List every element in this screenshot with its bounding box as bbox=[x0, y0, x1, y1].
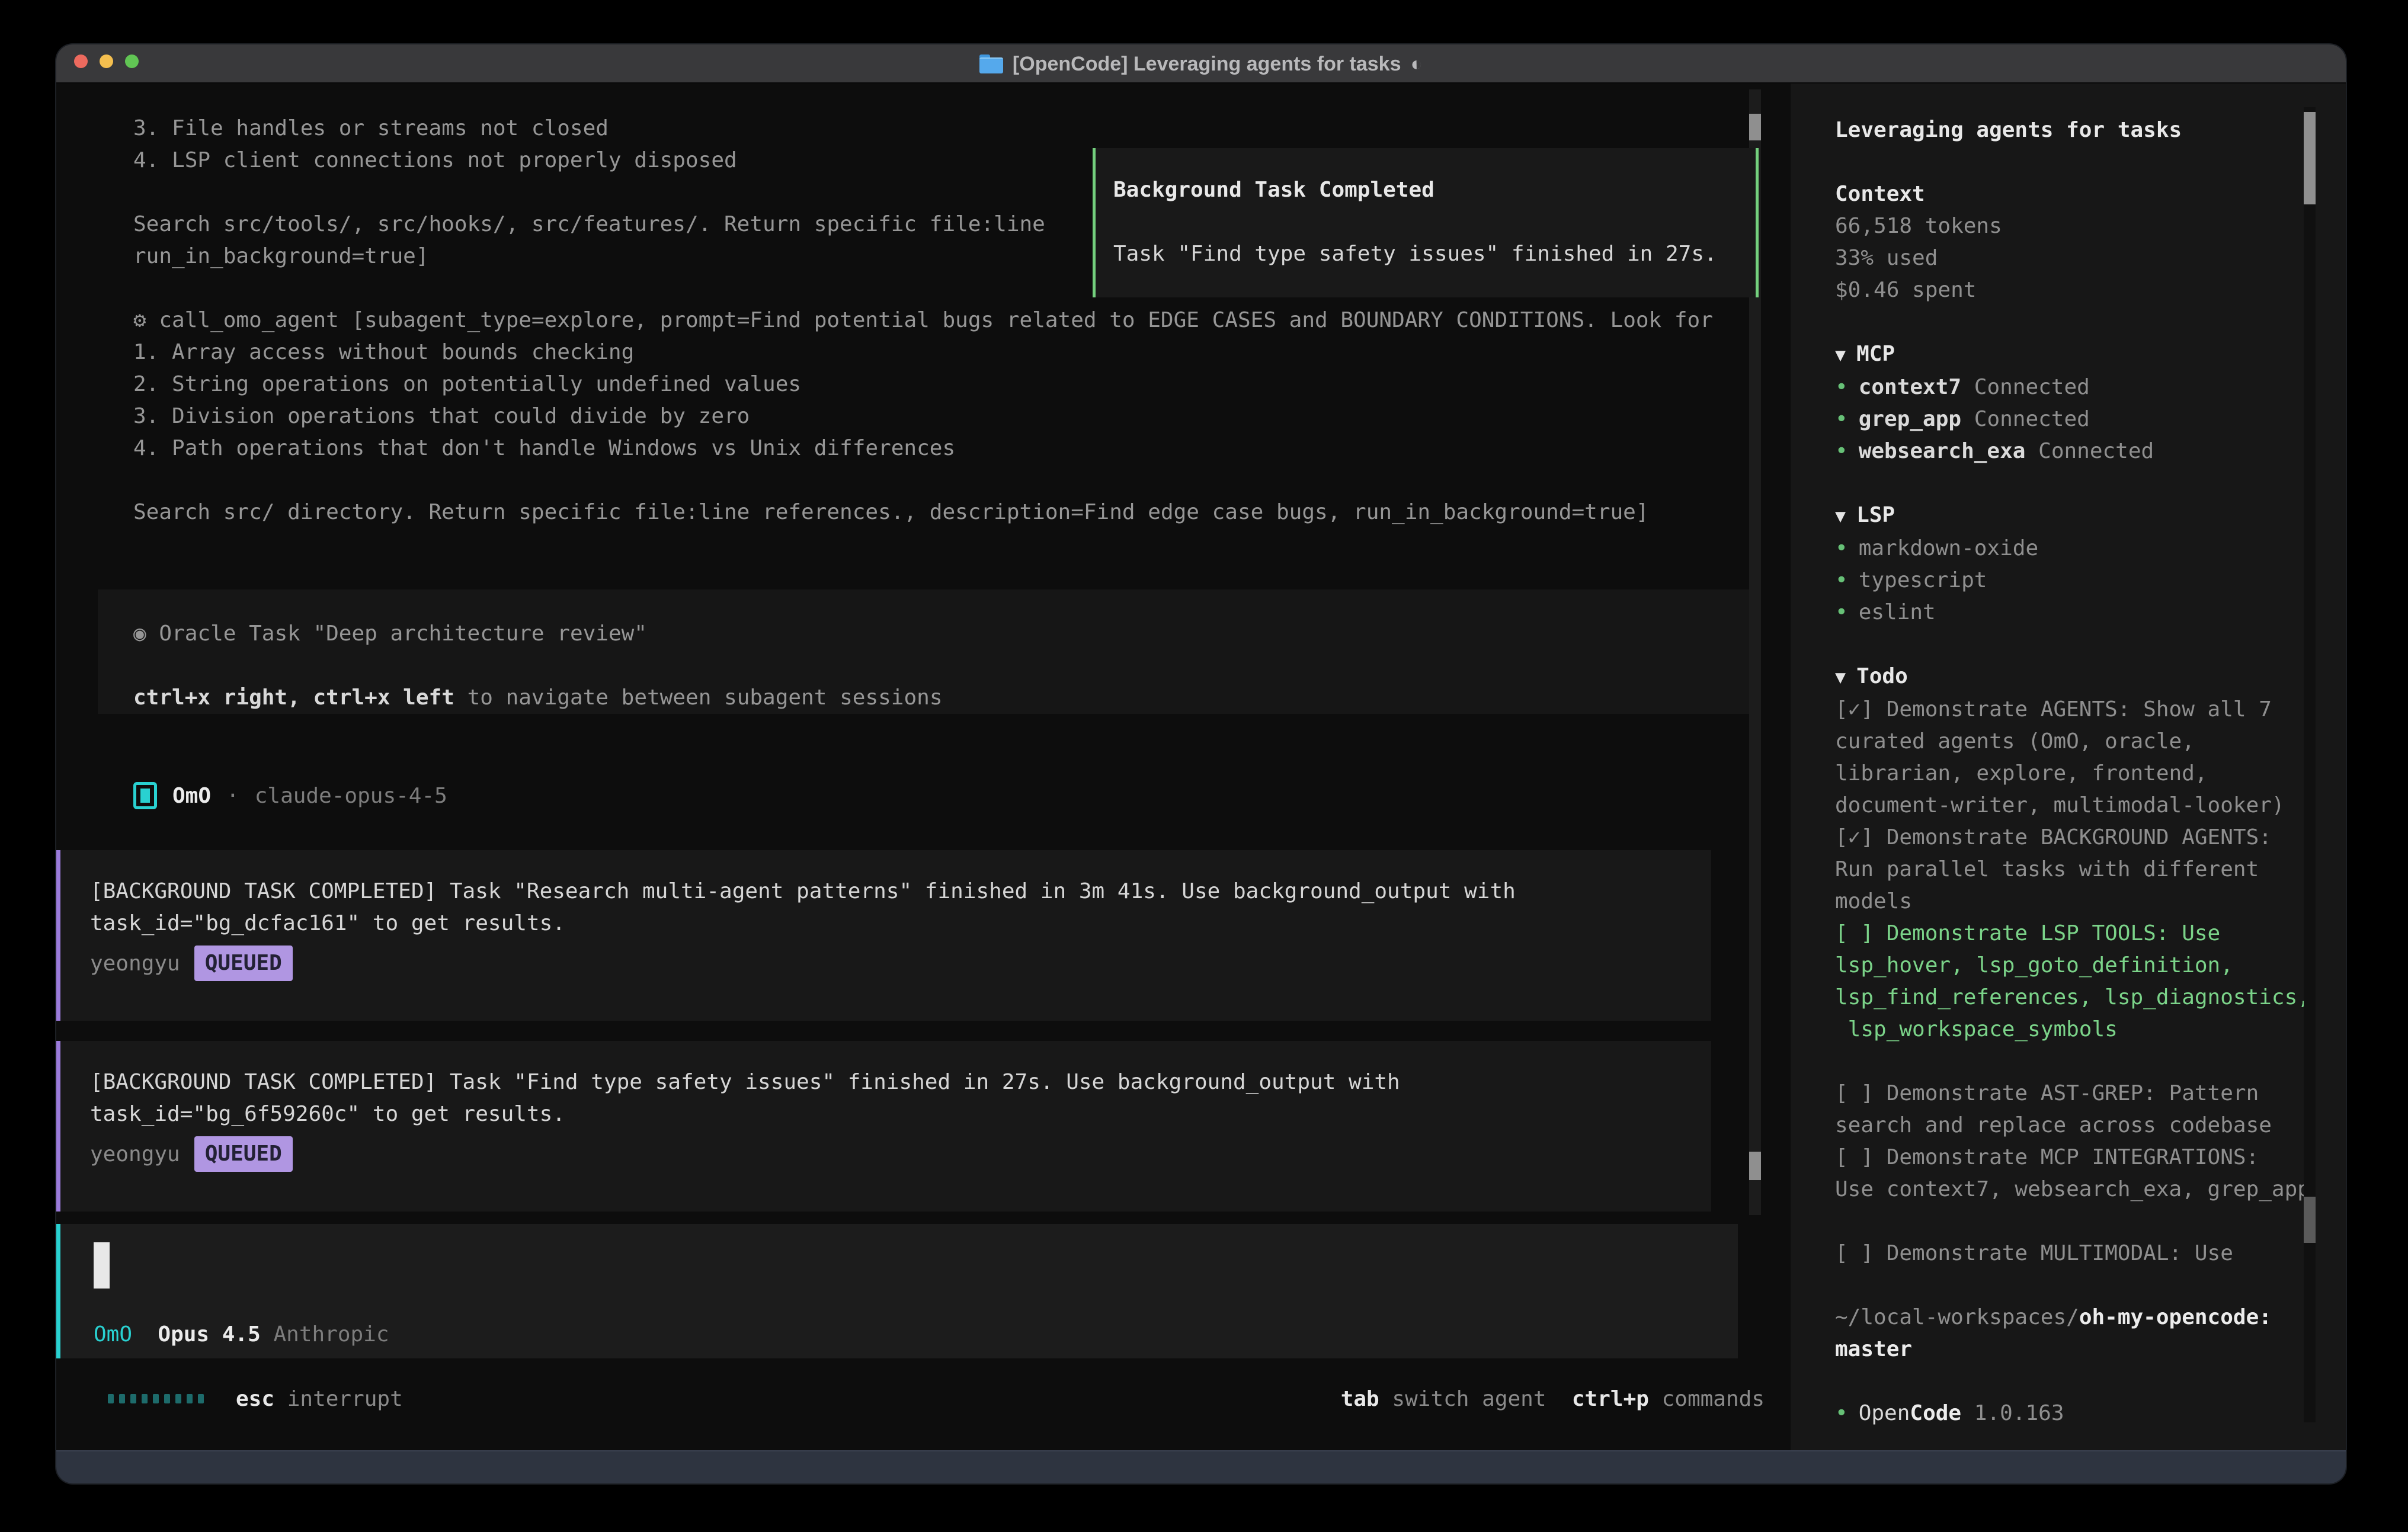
input-model-name: Opus 4.5 bbox=[158, 1319, 260, 1351]
prompt-input[interactable]: OmO Opus 4.5 Anthropic bbox=[56, 1224, 1738, 1358]
queued-badge: QUEUED bbox=[194, 946, 293, 981]
oracle-hint: ctrl+x right, ctrl+x left to navigate be… bbox=[133, 682, 1753, 714]
message-author: yeongyu bbox=[90, 951, 180, 976]
todo-item-line: lsp_find_references, lsp_diagnostics, bbox=[1835, 982, 2346, 1014]
status-dot-icon: • bbox=[1835, 536, 1848, 560]
scrollbar-thumb[interactable] bbox=[1749, 1152, 1761, 1180]
oracle-task-title: Oracle Task "Deep architecture review" bbox=[159, 621, 647, 646]
moon-icon: ◐ bbox=[1411, 53, 1423, 76]
gear-icon: ⚙ bbox=[133, 308, 146, 332]
todo-item-line: librarian, explore, frontend, bbox=[1835, 758, 2346, 790]
todo-item-line: lsp_hover, lsp_goto_definition, bbox=[1835, 950, 2346, 982]
separator-dot: · bbox=[226, 784, 239, 808]
terminal-window: [OpenCode] Leveraging agents for tasks ◐… bbox=[56, 44, 2346, 1483]
notification-title: Background Task Completed bbox=[1113, 174, 1756, 206]
chat-pane: Background Task Completed Task "Find typ… bbox=[56, 84, 1791, 1450]
chevron-down-icon: ▼ bbox=[1835, 506, 1846, 527]
mcp-item: •context7 Connected bbox=[1835, 371, 2346, 403]
todo-item-line: [✓] Demonstrate AGENTS: Show all 7 bbox=[1835, 694, 2346, 726]
message-author: yeongyu bbox=[90, 1142, 180, 1166]
tool-call-tail: Search src/ directory. Return specific f… bbox=[133, 496, 1791, 528]
output-line: 3. File handles or streams not closed bbox=[133, 113, 1791, 145]
todo-item-line: [ ] Demonstrate MULTIMODAL: Use bbox=[1835, 1238, 2346, 1270]
tool-call-item: 2. String operations on potentially unde… bbox=[133, 368, 1791, 400]
todo-section-header[interactable]: ▼Todo bbox=[1835, 661, 2346, 694]
status-dot-icon: • bbox=[1835, 600, 1848, 624]
tool-call-item: 1. Array access without bounds checking bbox=[133, 336, 1791, 368]
input-provider: Anthropic bbox=[273, 1319, 389, 1351]
scrollbar-thumb[interactable] bbox=[2304, 1197, 2316, 1243]
commands-hint: ctrl+p commands bbox=[1546, 1387, 1765, 1411]
todo-item-line: [✓] Demonstrate BACKGROUND AGENTS: bbox=[1835, 822, 2346, 854]
message-line: [BACKGROUND TASK COMPLETED] Task "Resear… bbox=[90, 876, 1711, 908]
lsp-item: •eslint bbox=[1835, 597, 2346, 629]
folder-icon bbox=[979, 55, 1003, 73]
status-bar: esc interrupt tab switch agent ctrl+p co… bbox=[56, 1383, 1791, 1415]
chevron-down-icon: ▼ bbox=[1835, 345, 1846, 366]
context-used: 33% used bbox=[1835, 242, 2346, 274]
background-task-message: [BACKGROUND TASK COMPLETED] Task "Resear… bbox=[56, 850, 1711, 1021]
message-line: task_id="bg_6f59260c" to get results. bbox=[90, 1098, 1711, 1130]
todo-item-line: models bbox=[1835, 886, 2346, 918]
tab-hint: tab switch agent bbox=[1341, 1387, 1546, 1411]
context-heading: Context bbox=[1835, 178, 2346, 210]
text-cursor bbox=[94, 1242, 110, 1289]
oracle-task-card[interactable]: ◉ Oracle Task "Deep architecture review"… bbox=[98, 589, 1753, 714]
agent-icon bbox=[133, 782, 157, 809]
background-task-message: [BACKGROUND TASK COMPLETED] Task "Find t… bbox=[56, 1041, 1711, 1212]
lsp-item: •markdown-oxide bbox=[1835, 533, 2346, 565]
todo-item-line: curated agents (OmO, oracle, bbox=[1835, 726, 2346, 758]
spinner-dots bbox=[108, 1394, 204, 1403]
status-dot-icon: • bbox=[1835, 1401, 1848, 1425]
message-line: [BACKGROUND TASK COMPLETED] Task "Find t… bbox=[90, 1066, 1711, 1098]
todo-item-line: [ ] Demonstrate AST-GREP: Pattern bbox=[1835, 1078, 2346, 1110]
context-spent: $0.46 spent bbox=[1835, 274, 2346, 306]
window-title: [OpenCode] Leveraging agents for tasks bbox=[1013, 53, 1401, 76]
status-dot-icon: • bbox=[1835, 407, 1848, 431]
lsp-item: •typescript bbox=[1835, 565, 2346, 597]
lsp-section-header[interactable]: ▼LSP bbox=[1835, 499, 2346, 533]
workspace-path: ~/local-workspaces/oh-my-opencode: bbox=[1835, 1302, 2346, 1334]
todo-item-line: [ ] Demonstrate MCP INTEGRATIONS: bbox=[1835, 1142, 2346, 1174]
session-sidebar: Leveraging agents for tasks Context 66,5… bbox=[1791, 84, 2346, 1450]
chevron-down-icon: ▼ bbox=[1835, 667, 1846, 688]
agent-name: OmO bbox=[172, 784, 211, 808]
workspace-branch: master bbox=[1835, 1334, 2346, 1366]
status-dot-icon: • bbox=[1835, 375, 1848, 399]
record-icon: ◉ bbox=[133, 621, 146, 646]
esc-hint: esc interrupt bbox=[236, 1387, 403, 1411]
tool-call-item: 3. Division operations that could divide… bbox=[133, 400, 1791, 432]
todo-item-line: document-writer, multimodal-looker) bbox=[1835, 790, 2346, 822]
scrollbar-thumb[interactable] bbox=[1749, 114, 1761, 140]
todo-item-line: Run parallel tasks with different bbox=[1835, 854, 2346, 886]
mcp-section-header[interactable]: ▼MCP bbox=[1835, 338, 2346, 371]
agent-header: OmO · claude-opus-4-5 bbox=[133, 780, 1791, 812]
background-task-notification: Background Task Completed Task "Find typ… bbox=[1093, 148, 1759, 297]
notification-body: Task "Find type safety issues" finished … bbox=[1113, 238, 1756, 270]
todo-item-line: search and replace across codebase bbox=[1835, 1110, 2346, 1142]
input-agent-name: OmO bbox=[94, 1319, 132, 1351]
tool-call-line: ⚙ call_omo_agent [subagent_type=explore,… bbox=[133, 305, 1791, 336]
queued-badge: QUEUED bbox=[194, 1136, 293, 1172]
agent-model: claude-opus-4-5 bbox=[255, 784, 447, 808]
version-line: •OpenCode 1.0.163 bbox=[1835, 1398, 2346, 1430]
todo-item-line: [ ] Demonstrate LSP TOOLS: Use bbox=[1835, 918, 2346, 950]
titlebar[interactable]: [OpenCode] Leveraging agents for tasks ◐ bbox=[56, 44, 2346, 84]
model-selector[interactable]: OmO Opus 4.5 Anthropic bbox=[94, 1319, 389, 1351]
mcp-item: •grep_app Connected bbox=[1835, 403, 2346, 435]
todo-item-line: lsp_workspace_symbols bbox=[1835, 1014, 2346, 1046]
context-tokens: 66,518 tokens bbox=[1835, 210, 2346, 242]
mcp-item: •websearch_exa Connected bbox=[1835, 435, 2346, 467]
scrollbar-thumb[interactable] bbox=[2304, 112, 2316, 204]
sidebar-scrollbar[interactable] bbox=[2304, 107, 2316, 1422]
message-line: task_id="bg_dcfac161" to get results. bbox=[90, 908, 1711, 940]
status-dot-icon: • bbox=[1835, 568, 1848, 592]
status-dot-icon: • bbox=[1835, 439, 1848, 463]
session-title: Leveraging agents for tasks bbox=[1835, 114, 2346, 146]
window-bottom-frame bbox=[56, 1450, 2346, 1483]
tool-call-item: 4. Path operations that don't handle Win… bbox=[133, 432, 1791, 464]
todo-item-line: Use context7, websearch_exa, grep_app bbox=[1835, 1174, 2346, 1206]
